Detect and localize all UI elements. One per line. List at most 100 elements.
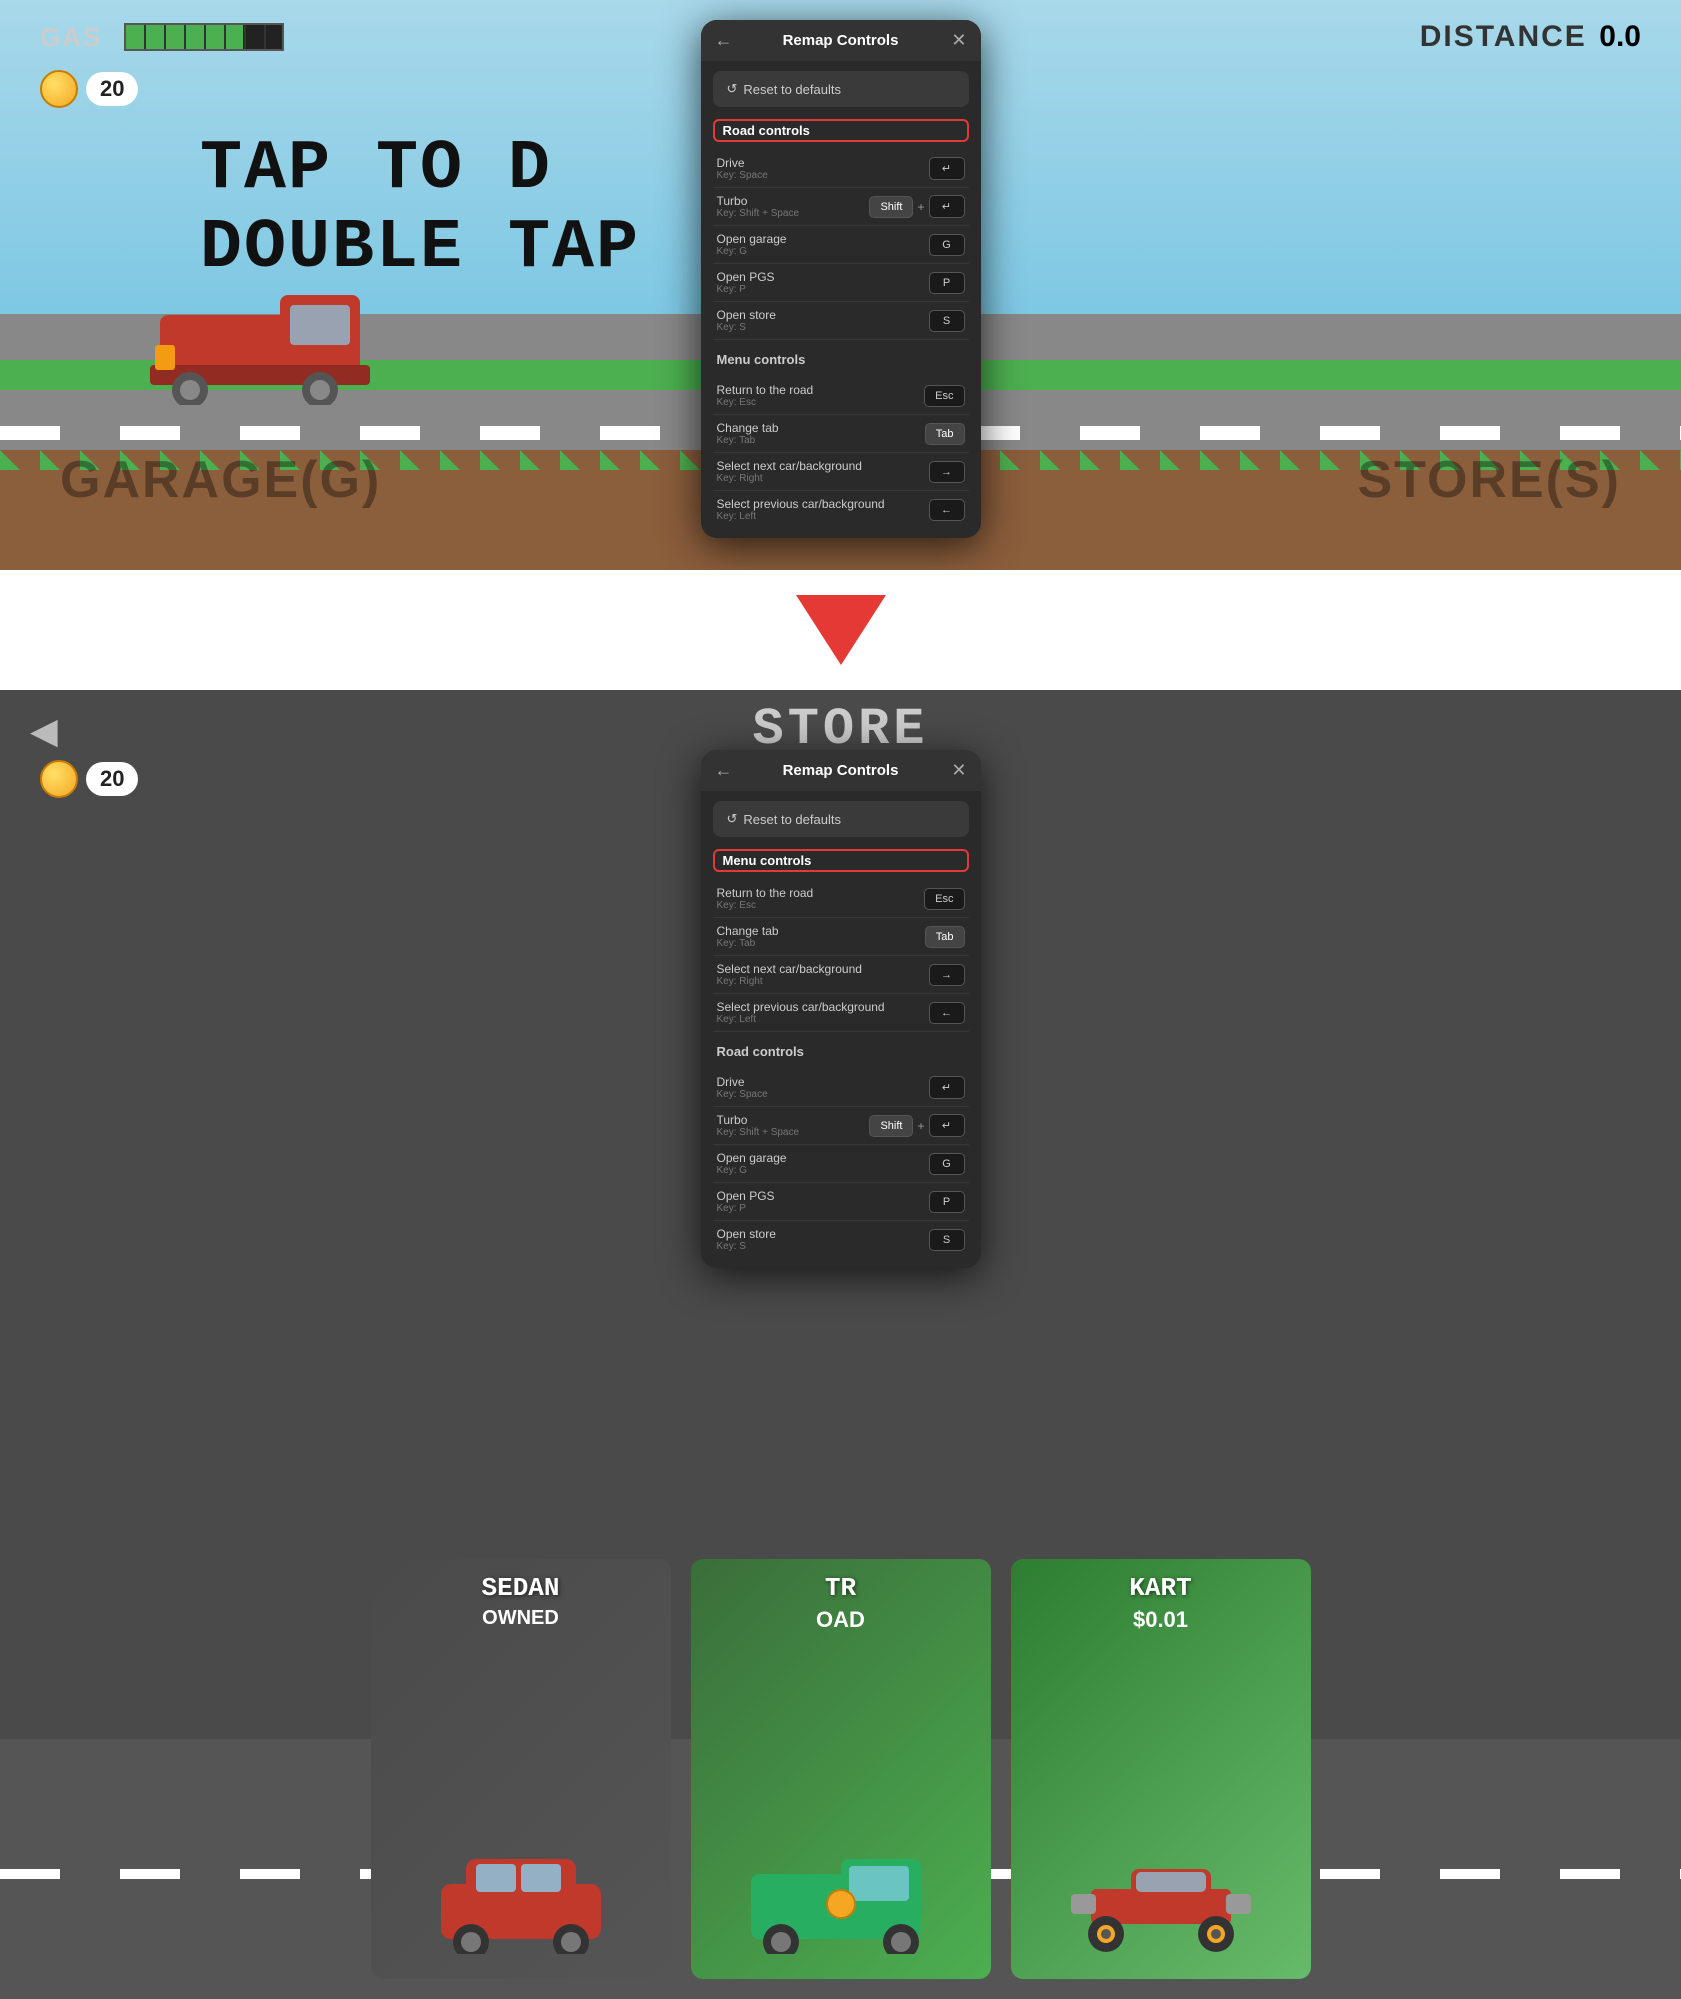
modal-body-top: ↺ Reset to defaults Road controls Drive … bbox=[701, 61, 981, 538]
control-info-tab-top: Change tab Key: Tab bbox=[717, 421, 779, 446]
key-row-store-top: S bbox=[929, 310, 965, 332]
key-btn-left-bottom[interactable]: ← bbox=[929, 1002, 965, 1024]
down-arrow-icon bbox=[796, 595, 886, 665]
control-info-pgs-bottom: Open PGS Key: P bbox=[717, 1189, 775, 1214]
control-info-prev-bottom: Select previous car/background Key: Left bbox=[717, 1000, 885, 1025]
control-info-return-bottom: Return to the road Key: Esc bbox=[717, 886, 814, 911]
control-info-store-bottom: Open store Key: S bbox=[717, 1227, 776, 1252]
plus-sign-top: + bbox=[917, 200, 924, 214]
control-row-next-bottom: Select next car/background Key: Right → bbox=[713, 956, 969, 994]
key-btn-left-top[interactable]: ← bbox=[929, 499, 965, 521]
modal-close-button-bottom[interactable]: ✕ bbox=[951, 760, 966, 781]
remap-controls-modal-bottom[interactable]: ← Remap Controls ✕ ↺ Reset to defaults M… bbox=[701, 750, 981, 1268]
garage-label: GARAGE(G) bbox=[60, 450, 381, 510]
bottom-game-screen: STORE ◀ 20 SEDAN OWNED bbox=[0, 690, 1681, 1999]
menu-controls-header-top: Menu controls bbox=[713, 350, 969, 369]
control-info-prev-top: Select previous car/background Key: Left bbox=[717, 497, 885, 522]
coin-icon bbox=[40, 70, 78, 108]
key-row-pgs-bottom: P bbox=[929, 1191, 965, 1213]
key-row-return-top: Esc bbox=[924, 385, 964, 407]
control-info-drive-top: Drive Key: Space bbox=[717, 156, 768, 181]
control-info-pgs-top: Open PGS Key: P bbox=[717, 270, 775, 295]
key-btn-esc-top[interactable]: Esc bbox=[924, 385, 964, 407]
control-row-garage-top: Open garage Key: G G bbox=[713, 226, 969, 264]
distance-value: 0.0 bbox=[1599, 20, 1641, 53]
key-row-drive-top: ↵ bbox=[929, 157, 965, 180]
road-controls-header-bottom: Road controls bbox=[713, 1042, 969, 1061]
remap-controls-modal-top[interactable]: ← Remap Controls ✕ ↺ Reset to defaults R… bbox=[701, 20, 981, 538]
key-btn-right-bottom[interactable]: → bbox=[929, 964, 965, 986]
key-row-tab-bottom: Tab bbox=[925, 926, 965, 948]
gas-bar bbox=[124, 23, 284, 51]
key-btn-s-bottom[interactable]: S bbox=[929, 1229, 965, 1251]
control-row-garage-bottom: Open garage Key: G G bbox=[713, 1145, 969, 1183]
key-row-turbo-top: Shift + ↵ bbox=[869, 195, 964, 218]
control-row-tab-bottom: Change tab Key: Tab Tab bbox=[713, 918, 969, 956]
key-row-tab-top: Tab bbox=[925, 423, 965, 445]
control-info-garage-top: Open garage Key: G bbox=[717, 232, 787, 257]
control-info-turbo-bottom: Turbo Key: Shift + Space bbox=[717, 1113, 800, 1138]
key-row-garage-bottom: G bbox=[929, 1153, 965, 1175]
store-label: STORE(S) bbox=[1357, 450, 1621, 510]
plus-sign-bottom: + bbox=[917, 1119, 924, 1133]
arrow-section bbox=[0, 570, 1681, 690]
coin-score-top: 20 bbox=[40, 70, 138, 108]
key-btn-tab-bottom[interactable]: Tab bbox=[925, 926, 965, 948]
control-row-drive-bottom: Drive Key: Space ↵ bbox=[713, 1069, 969, 1107]
modal-title-top: Remap Controls bbox=[783, 32, 899, 49]
control-info-drive-bottom: Drive Key: Space bbox=[717, 1075, 768, 1100]
key-btn-p-bottom[interactable]: P bbox=[929, 1191, 965, 1213]
modal-overlay-bottom: ← Remap Controls ✕ ↺ Reset to defaults M… bbox=[0, 690, 1681, 1999]
modal-back-button-bottom[interactable]: ← bbox=[715, 760, 733, 781]
modal-header-bottom: ← Remap Controls ✕ bbox=[701, 750, 981, 791]
modal-title-bottom: Remap Controls bbox=[783, 762, 899, 779]
key-btn-drive-top[interactable]: ↵ bbox=[929, 157, 965, 180]
key-row-store-bottom: S bbox=[929, 1229, 965, 1251]
key-btn-tab-top[interactable]: Tab bbox=[925, 423, 965, 445]
control-row-return-top: Return to the road Key: Esc Esc bbox=[713, 377, 969, 415]
gas-label: GAS bbox=[40, 22, 102, 53]
key-btn-shift-top[interactable]: Shift bbox=[869, 196, 913, 218]
control-row-prev-top: Select previous car/background Key: Left… bbox=[713, 491, 969, 528]
key-btn-esc-bottom[interactable]: Esc bbox=[924, 888, 964, 910]
reset-icon-bottom: ↺ bbox=[727, 811, 738, 827]
control-row-next-top: Select next car/background Key: Right → bbox=[713, 453, 969, 491]
key-btn-space-top[interactable]: ↵ bbox=[929, 195, 965, 218]
key-btn-right-top[interactable]: → bbox=[929, 461, 965, 483]
road-controls-header-top: Road controls bbox=[713, 119, 969, 142]
distance-label: DISTANCE bbox=[1420, 20, 1587, 53]
control-info-tab-bottom: Change tab Key: Tab bbox=[717, 924, 779, 949]
key-btn-g-bottom[interactable]: G bbox=[929, 1153, 965, 1175]
distance-display: DISTANCE 0.0 bbox=[1420, 20, 1641, 54]
truck-illustration bbox=[150, 265, 370, 410]
top-game-screen: GAS DISTANCE 0.0 20 TAP TO D DOUBLE TAP bbox=[0, 0, 1681, 570]
control-row-turbo-bottom: Turbo Key: Shift + Space Shift + ↵ bbox=[713, 1107, 969, 1145]
key-btn-s-top[interactable]: S bbox=[929, 310, 965, 332]
key-btn-drive-bottom[interactable]: ↵ bbox=[929, 1076, 965, 1099]
reset-defaults-button-top[interactable]: ↺ Reset to defaults bbox=[713, 71, 969, 107]
key-btn-space-bottom[interactable]: ↵ bbox=[929, 1114, 965, 1137]
reset-icon-top: ↺ bbox=[727, 81, 738, 97]
control-row-store-top: Open store Key: S S bbox=[713, 302, 969, 340]
reset-defaults-button-bottom[interactable]: ↺ Reset to defaults bbox=[713, 801, 969, 837]
key-row-drive-bottom: ↵ bbox=[929, 1076, 965, 1099]
modal-close-button-top[interactable]: ✕ bbox=[951, 30, 966, 51]
key-row-next-bottom: → bbox=[929, 964, 965, 986]
key-btn-shift-bottom[interactable]: Shift bbox=[869, 1115, 913, 1137]
key-row-pgs-top: P bbox=[929, 272, 965, 294]
control-info-next-bottom: Select next car/background Key: Right bbox=[717, 962, 862, 987]
control-row-tab-top: Change tab Key: Tab Tab bbox=[713, 415, 969, 453]
key-row-turbo-bottom: Shift + ↵ bbox=[869, 1114, 964, 1137]
gas-segments bbox=[126, 25, 282, 49]
key-btn-p-top[interactable]: P bbox=[929, 272, 965, 294]
control-row-turbo-top: Turbo Key: Shift + Space Shift + ↵ bbox=[713, 188, 969, 226]
key-row-next-top: → bbox=[929, 461, 965, 483]
key-btn-g-top[interactable]: G bbox=[929, 234, 965, 256]
control-info-turbo-top: Turbo Key: Shift + Space bbox=[717, 194, 800, 219]
key-row-return-bottom: Esc bbox=[924, 888, 964, 910]
control-info-store-top: Open store Key: S bbox=[717, 308, 776, 333]
key-row-garage-top: G bbox=[929, 234, 965, 256]
key-row-prev-bottom: ← bbox=[929, 1002, 965, 1024]
modal-back-button-top[interactable]: ← bbox=[715, 30, 733, 51]
control-row-pgs-bottom: Open PGS Key: P P bbox=[713, 1183, 969, 1221]
